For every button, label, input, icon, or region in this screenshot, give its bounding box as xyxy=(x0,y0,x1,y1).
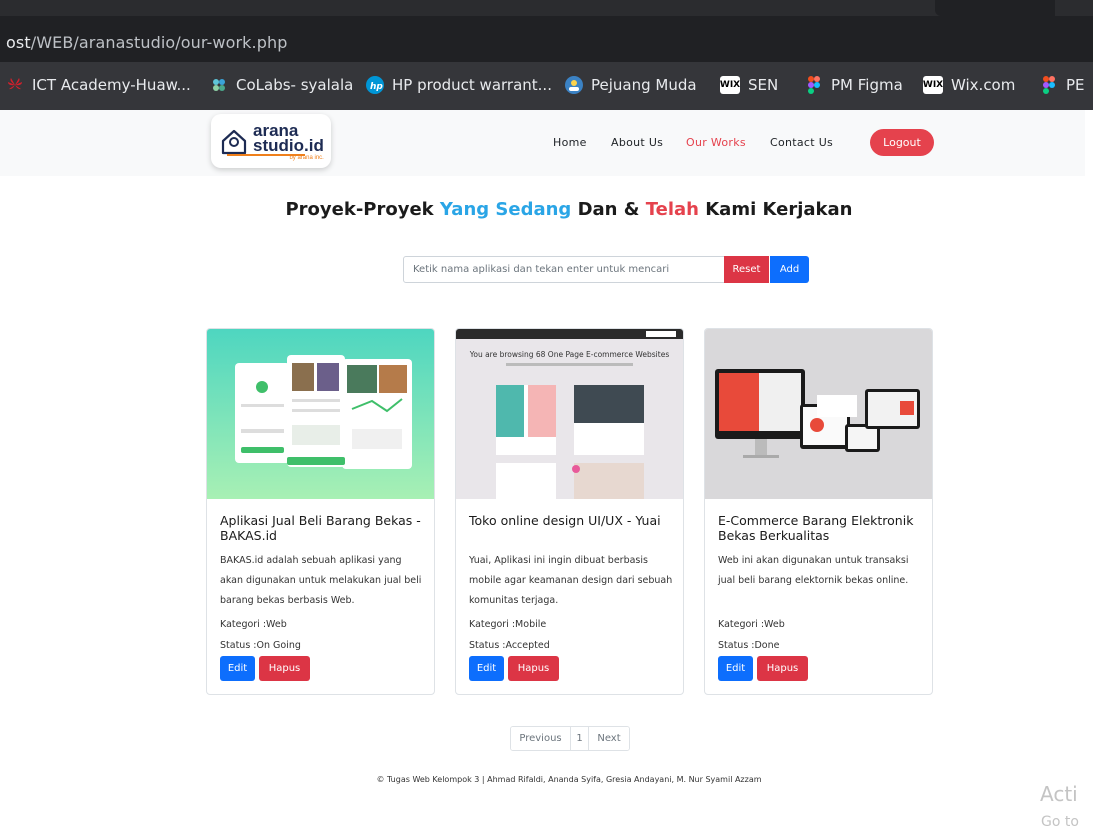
bookmark-label: PM Figma xyxy=(831,76,903,94)
title-part-2: Yang Sedang xyxy=(439,199,572,220)
bookmark-sen[interactable]: WIX SEN xyxy=(720,74,778,96)
huawei-icon xyxy=(6,76,24,94)
bookmark-label: CoLabs- syalala xyxy=(236,76,354,94)
project-image-caption: You are browsing 68 One Page E-commerce … xyxy=(469,350,670,359)
project-title: E-Commerce Barang Elektronik Bekas Berku… xyxy=(718,513,914,543)
bookmark-label: Pejuang Muda xyxy=(591,76,697,94)
reset-button[interactable]: Reset xyxy=(724,256,769,283)
logo-name-suffix: studio.id xyxy=(253,135,324,155)
edit-button[interactable]: Edit xyxy=(469,656,504,681)
footer-text: © Tugas Web Kelompok 3 | Ahmad Rifaldi, … xyxy=(376,775,762,784)
project-status: Status :Done xyxy=(718,640,780,651)
nav-about[interactable]: About Us xyxy=(611,136,663,149)
delete-button[interactable]: Hapus xyxy=(757,656,808,681)
house-icon xyxy=(219,126,249,156)
project-image: You are browsing 68 One Page E-commerce … xyxy=(456,329,683,499)
edit-button[interactable]: Edit xyxy=(220,656,255,681)
project-category: Kategori :Web xyxy=(718,619,785,630)
pagination-next[interactable]: Next xyxy=(589,727,629,750)
bookmark-pe[interactable]: PE xyxy=(1040,74,1085,96)
url-path: /WEB/aranastudio/our-work.php xyxy=(30,33,288,52)
project-description: Yuai, Aplikasi ini ingin dibuat berbasis… xyxy=(469,555,673,606)
page-title: Proyek-Proyek Yang Sedang Dan & Telah Ka… xyxy=(0,199,1093,220)
hp-icon: hp xyxy=(366,76,384,94)
browser-tab[interactable] xyxy=(935,0,1055,16)
windows-activation-subtext: Go to xyxy=(1041,814,1079,830)
pagination-page[interactable]: 1 xyxy=(571,727,589,750)
bookmark-label: ICT Academy-Huaw... xyxy=(32,76,191,94)
title-part-4: Telah xyxy=(645,199,699,220)
bookmark-hp[interactable]: hp HP product warrant... xyxy=(366,74,552,96)
figma-icon xyxy=(805,76,823,94)
project-description: BAKAS.id adalah sebuah aplikasi yang aka… xyxy=(220,555,422,606)
logo-underline xyxy=(227,154,305,156)
bookmark-label: SEN xyxy=(748,76,779,94)
project-status: Status :Accepted xyxy=(469,640,550,651)
project-image xyxy=(207,329,434,499)
windows-activation-watermark: Acti xyxy=(1040,782,1078,806)
wix-icon: WIX xyxy=(720,76,740,94)
bookmark-label: Wix.com xyxy=(951,76,1016,94)
bookmark-label: HP product warrant... xyxy=(392,76,552,94)
svg-text:hp: hp xyxy=(370,82,383,92)
project-title: Aplikasi Jual Beli Barang Bekas - BAKAS.… xyxy=(220,513,421,543)
project-status: Status :On Going xyxy=(220,640,301,651)
wix-icon: WIX xyxy=(923,76,943,94)
search-input[interactable] xyxy=(403,256,725,283)
edit-button[interactable]: Edit xyxy=(718,656,753,681)
nav-contact[interactable]: Contact Us xyxy=(770,136,833,149)
pejuang-muda-icon xyxy=(565,76,583,94)
project-card: E-Commerce Barang Elektronik Bekas Berku… xyxy=(704,328,933,695)
delete-button[interactable]: Hapus xyxy=(508,656,559,681)
bookmark-label: PE xyxy=(1066,76,1085,94)
add-button[interactable]: Add xyxy=(770,256,809,283)
bookmark-pejuang-muda[interactable]: Pejuang Muda xyxy=(565,74,697,96)
logo[interactable]: arana studio.id by arana inc. xyxy=(211,114,331,168)
figma-icon xyxy=(1040,76,1058,94)
pagination: Previous 1 Next xyxy=(510,726,630,751)
title-part-5: Kami Kerjakan xyxy=(698,199,853,220)
nav-home[interactable]: Home xyxy=(553,136,587,149)
bookmark-pm-figma[interactable]: PM Figma xyxy=(805,74,903,96)
pagination-previous[interactable]: Previous xyxy=(511,727,571,750)
nav-our-works[interactable]: Our Works xyxy=(686,136,746,149)
project-category: Kategori :Mobile xyxy=(469,619,547,630)
project-description: Web ini akan digunakan untuk transaksi j… xyxy=(718,555,909,586)
bookmark-ict-academy[interactable]: ICT Academy-Huaw... xyxy=(6,74,191,96)
colabs-icon xyxy=(210,76,228,94)
project-title: Toko online design UI/UX - Yuai xyxy=(469,513,661,528)
logout-button[interactable]: Logout xyxy=(870,129,934,156)
url-host: ost xyxy=(6,33,31,52)
delete-button[interactable]: Hapus xyxy=(259,656,310,681)
title-part-1: Proyek-Proyek xyxy=(285,199,440,220)
project-category: Kategori :Web xyxy=(220,619,287,630)
bookmark-wix[interactable]: WIX Wix.com xyxy=(923,74,1015,96)
project-card: Aplikasi Jual Beli Barang Bekas - BAKAS.… xyxy=(206,328,435,695)
bookmark-colabs[interactable]: CoLabs- syalala xyxy=(210,74,353,96)
project-card: You are browsing 68 One Page E-commerce … xyxy=(455,328,684,695)
url-text[interactable]: ost/WEB/aranastudio/our-work.php xyxy=(6,33,287,52)
project-image xyxy=(705,329,932,499)
browser-tab-bar xyxy=(0,0,1093,16)
title-part-3: Dan & xyxy=(571,199,646,220)
